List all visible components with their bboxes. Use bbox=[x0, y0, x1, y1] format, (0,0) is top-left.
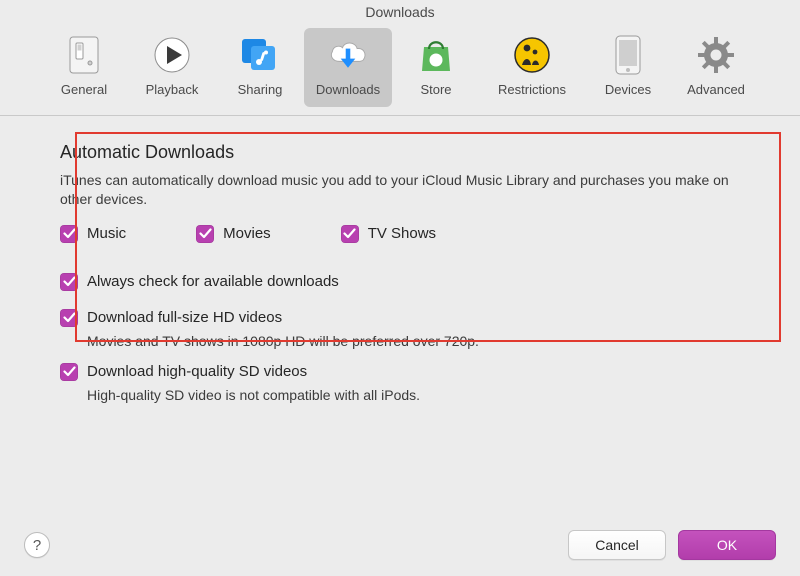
playback-icon bbox=[151, 34, 193, 76]
sharing-icon bbox=[239, 34, 281, 76]
cancel-button[interactable]: Cancel bbox=[568, 530, 666, 560]
tab-devices[interactable]: Devices bbox=[584, 28, 672, 107]
tab-store[interactable]: Store bbox=[392, 28, 480, 107]
auto-download-options: Music Movies TV Shows bbox=[60, 225, 740, 243]
restrictions-icon bbox=[511, 34, 553, 76]
tab-label: General bbox=[61, 82, 107, 97]
checkbox-movies[interactable]: Movies bbox=[196, 225, 271, 243]
checkbox-label: Movies bbox=[223, 225, 271, 242]
tab-label: Restrictions bbox=[498, 82, 566, 97]
store-icon bbox=[415, 34, 457, 76]
tab-sharing[interactable]: Sharing bbox=[216, 28, 304, 107]
checkmark-icon bbox=[341, 225, 359, 243]
toolbar: General Playback bbox=[0, 26, 800, 116]
checkbox-label: Music bbox=[87, 225, 126, 242]
checkbox-label: Download high-quality SD videos bbox=[87, 363, 307, 380]
checkmark-icon bbox=[60, 363, 78, 381]
checkbox-tv-shows[interactable]: TV Shows bbox=[341, 225, 436, 243]
checkmark-icon bbox=[60, 273, 78, 291]
content-pane: Automatic Downloads iTunes can automatic… bbox=[0, 116, 800, 514]
window-title: Downloads bbox=[0, 0, 800, 26]
tab-label: Store bbox=[420, 82, 451, 97]
preferences-window: Downloads General Playback bbox=[0, 0, 800, 576]
automatic-downloads-title: Automatic Downloads bbox=[60, 142, 740, 163]
tab-label: Advanced bbox=[687, 82, 745, 97]
checkmark-icon bbox=[60, 309, 78, 327]
tab-label: Playback bbox=[146, 82, 199, 97]
checkbox-label: Download full-size HD videos bbox=[87, 309, 282, 326]
devices-icon bbox=[607, 34, 649, 76]
tab-downloads[interactable]: Downloads bbox=[304, 28, 392, 107]
tab-restrictions[interactable]: Restrictions bbox=[480, 28, 584, 107]
automatic-downloads-desc: iTunes can automatically download music … bbox=[60, 171, 740, 209]
tab-label: Devices bbox=[605, 82, 651, 97]
checkmark-icon bbox=[60, 225, 78, 243]
hd-videos-desc: Movies and TV shows in 1080p HD will be … bbox=[87, 333, 740, 349]
footer: ? Cancel OK bbox=[0, 514, 800, 576]
ok-button[interactable]: OK bbox=[678, 530, 776, 560]
tab-advanced[interactable]: Advanced bbox=[672, 28, 760, 107]
tab-label: Sharing bbox=[238, 82, 283, 97]
tab-playback[interactable]: Playback bbox=[128, 28, 216, 107]
tab-label: Downloads bbox=[316, 82, 380, 97]
tab-general[interactable]: General bbox=[40, 28, 128, 107]
checkbox-label: Always check for available downloads bbox=[87, 273, 339, 290]
general-icon bbox=[63, 34, 105, 76]
help-button[interactable]: ? bbox=[24, 532, 50, 558]
sd-videos-desc: High-quality SD video is not compatible … bbox=[87, 387, 740, 403]
downloads-icon bbox=[327, 34, 369, 76]
checkbox-label: TV Shows bbox=[368, 225, 436, 242]
checkbox-sd-videos[interactable]: Download high-quality SD videos bbox=[60, 363, 740, 381]
checkmark-icon bbox=[196, 225, 214, 243]
checkbox-always-check[interactable]: Always check for available downloads bbox=[60, 273, 740, 291]
gear-icon bbox=[695, 34, 737, 76]
checkbox-hd-videos[interactable]: Download full-size HD videos bbox=[60, 309, 740, 327]
checkbox-music[interactable]: Music bbox=[60, 225, 126, 243]
